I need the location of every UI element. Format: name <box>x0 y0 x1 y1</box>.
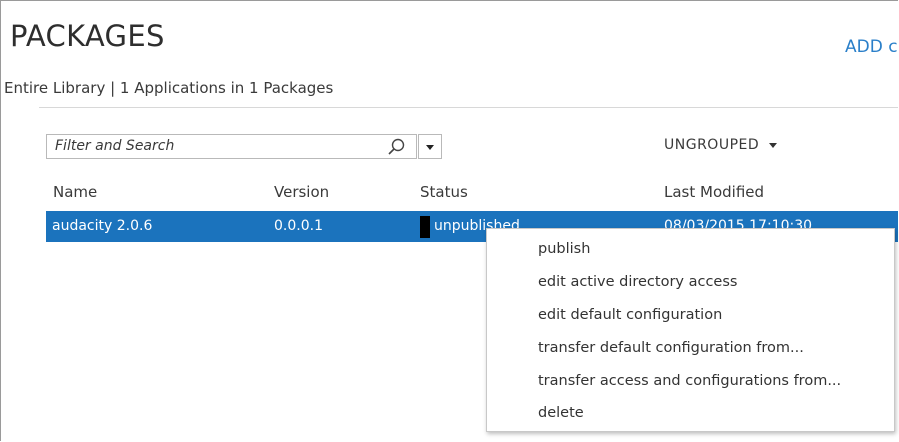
chevron-down-icon <box>426 145 434 150</box>
chevron-down-icon <box>769 142 778 148</box>
library-summary: Entire Library | 1 Applications in 1 Pac… <box>4 79 334 97</box>
menu-item-publish[interactable]: publish <box>538 241 590 257</box>
column-header-status[interactable]: Status <box>420 183 468 201</box>
add-link[interactable]: ADD c <box>845 37 898 57</box>
cell-name: audacity 2.0.6 <box>52 218 153 234</box>
context-menu: publish edit active directory access edi… <box>486 228 895 432</box>
menu-item-delete[interactable]: delete <box>538 405 584 421</box>
search-input[interactable] <box>55 138 375 154</box>
status-marker <box>420 216 430 238</box>
grouping-label: UNGROUPED <box>664 137 760 153</box>
page-title: PACKAGES <box>10 19 165 53</box>
menu-item-transfer-access-configs[interactable]: transfer access and configurations from.… <box>538 373 841 389</box>
search-icon[interactable] <box>386 137 406 161</box>
menu-item-transfer-default-config[interactable]: transfer default configuration from... <box>538 340 804 356</box>
search-options-dropdown[interactable] <box>418 134 442 159</box>
search-box <box>46 134 417 159</box>
cell-version: 0.0.0.1 <box>274 218 323 234</box>
grouping-dropdown[interactable]: UNGROUPED <box>664 137 778 153</box>
menu-item-edit-ad-access[interactable]: edit active directory access <box>538 274 737 290</box>
column-header-name[interactable]: Name <box>53 183 97 201</box>
column-header-last-modified[interactable]: Last Modified <box>664 183 764 201</box>
column-header-version[interactable]: Version <box>274 183 329 201</box>
menu-item-edit-default-config[interactable]: edit default configuration <box>538 307 722 323</box>
divider <box>39 107 898 108</box>
